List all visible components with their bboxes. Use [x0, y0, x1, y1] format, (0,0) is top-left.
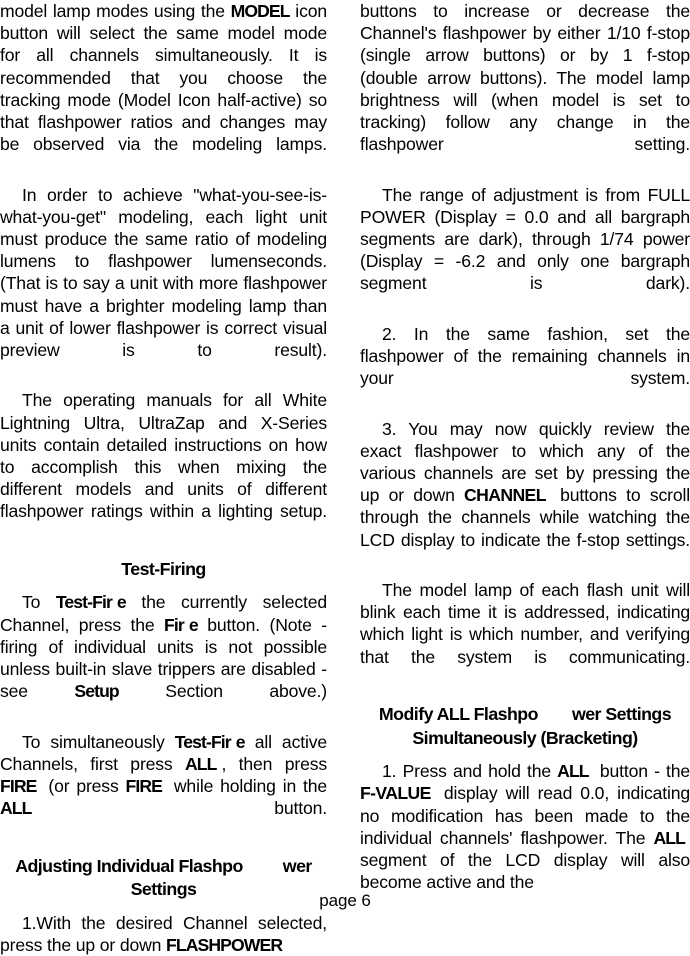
text-run: (or press: [41, 776, 126, 796]
paragraph-step-3: 3. You may now quickly review the exact …: [360, 418, 690, 573]
text-run: segment of the LCD display will also bec…: [360, 849, 690, 893]
emphasis-f-value-display: F-VALUE: [360, 783, 431, 804]
manual-page: model lamp modes using the MODEL icon bu…: [0, 0, 690, 955]
emphasis-all-button: ALL: [557, 761, 589, 782]
text-run: To simultaneously: [22, 731, 175, 752]
paragraph-increase-decrease-buttons: buttons to increase or decrease the Chan…: [360, 1, 690, 155]
text-run: 1. Press and hold the: [382, 761, 558, 782]
text-run: model lamp modes using the: [0, 1, 231, 21]
paragraph-bracketing-step-1: 1. Press and hold the ALL button - the F…: [360, 760, 690, 893]
heading-test-firing: Test-Firing: [121, 558, 206, 579]
emphasis-fire-button: FIRE: [0, 776, 37, 796]
emphasis-model-button: MODEL: [230, 1, 291, 21]
emphasis-flashpower-button: FLASHPOWER: [166, 934, 283, 955]
heading-gap-bottom: [360, 750, 690, 760]
emphasis-all-button: ALL: [185, 753, 217, 774]
paragraph-step-2: 2. In the same fashion, set the flashpow…: [360, 323, 690, 389]
text-run: icon button will select the same model m…: [0, 1, 327, 155]
emphasis-fire-button: Fir: [164, 614, 185, 635]
left-column: model lamp modes using the MODEL icon bu…: [0, 0, 327, 956]
heading-text-part-1: Modify ALL Flashpo: [378, 704, 539, 725]
paragraph-range-of-adjustment: The range of adjustment is from FULL POW…: [360, 184, 690, 294]
heading-text-part-1: Adjusting Individual Flashpo: [15, 855, 243, 876]
heading-text-part-3: Simultaneously (Bracketing): [412, 727, 638, 748]
paragraph-operating-manuals: The operating manuals for all White Ligh…: [0, 390, 327, 522]
page-footer: page 6: [319, 891, 371, 910]
text-run: , then press: [221, 753, 328, 774]
text-run: while holding in the: [166, 776, 327, 796]
text-run: To: [22, 592, 56, 613]
heading-text-part-2: wer: [282, 855, 313, 876]
right-column: buttons to increase or decrease the Chan…: [360, 0, 690, 893]
emphasis-setup-section: Setup: [74, 681, 119, 702]
heading-modify-all-flashpower-settings: Modify ALL Flashpo wer Settings Simultaneo…: [360, 703, 690, 750]
paragraph-test-fire-instructions: To Test-Fir e the currently selected Chan…: [0, 591, 327, 724]
heading-text-part-2: wer Settings: [571, 704, 672, 725]
emphasis-fire-tail: e: [188, 614, 199, 635]
emphasis-test-fire-tail: e: [116, 592, 127, 613]
emphasis-channel-button: CHANNEL: [464, 485, 546, 506]
paragraph-wysiwyg-modeling: In order to achieve "what-you-see-is-wha…: [0, 184, 327, 361]
paragraph-flashpower-step-1: 1.With the desired Channel selected, pre…: [0, 912, 327, 956]
text-run: button - the: [593, 761, 690, 782]
two-column-body: model lamp modes using the MODEL icon bu…: [0, 0, 690, 955]
text-run: button.: [36, 798, 327, 819]
emphasis-all-segment: ALL: [653, 827, 686, 848]
emphasis-test-fire-tail: e: [235, 731, 246, 752]
paragraph-model-lamp-modes: model lamp modes using the MODEL icon bu…: [0, 0, 327, 178]
heading-gap-top: [360, 690, 690, 703]
heading-gap-top: [0, 545, 327, 558]
heading-gap-bottom: [0, 581, 327, 591]
text-run: Section above.): [118, 681, 328, 702]
emphasis-test-fire-button: Test-Fir: [55, 592, 113, 613]
emphasis-fire-button: FIRE: [125, 776, 163, 796]
heading-gap-top: [0, 842, 327, 855]
paragraph-simultaneous-test-fire: To simultaneously Test-Fir e all active C…: [0, 731, 327, 842]
emphasis-test-fire-button: Test-Fir: [174, 731, 232, 752]
emphasis-all-button: ALL: [0, 798, 32, 819]
paragraph-model-lamp-blink: The model lamp of each flash unit will b…: [360, 580, 690, 667]
